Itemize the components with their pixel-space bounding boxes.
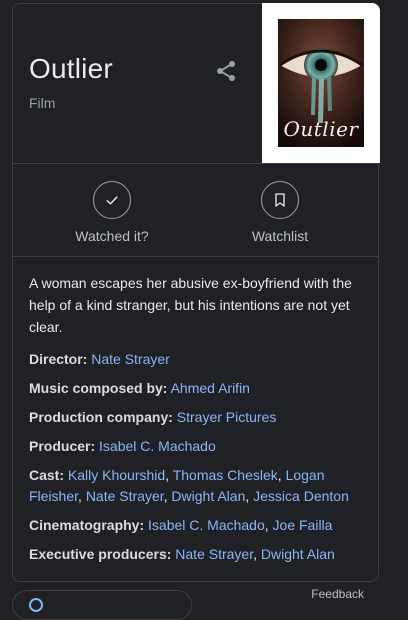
fact-music: Music composed by: Ahmed Arifin (29, 378, 365, 399)
fact-link[interactable]: Ahmed Arifin (171, 380, 250, 396)
poster-title-text: Outlier (283, 117, 359, 141)
check-icon (93, 181, 131, 219)
fact-cinematography: Cinematography: Isabel C. Machado, Joe F… (29, 517, 333, 533)
fact-producer: Producer: Isabel C. Machado (29, 436, 365, 457)
fact-executive-producers: Executive producers: Nate Strayer, Dwigh… (29, 546, 335, 562)
fact-link[interactable]: Isabel C. Machado (99, 438, 216, 454)
film-description: A woman escapes her abusive ex-boyfriend… (29, 275, 352, 335)
divider (13, 163, 378, 164)
fact-label: Production company: (29, 409, 173, 425)
fact-label: Executive producers: (29, 546, 172, 562)
fact-link[interactable]: Strayer Pictures (177, 409, 277, 425)
divider (13, 256, 378, 257)
fact-link[interactable]: Kally Khourshid (68, 467, 165, 483)
fact-link[interactable]: Nate Strayer (86, 488, 164, 504)
watched-it-button[interactable]: Watched it? (62, 181, 162, 244)
fact-director: Director: Nate Strayer (29, 349, 365, 370)
panel-header: Outlier Film (13, 4, 262, 163)
film-facts: Director: Nate Strayer Music composed by… (29, 349, 365, 573)
search-icon (29, 598, 43, 612)
fact-label: Cast: (29, 467, 65, 483)
fact-link[interactable]: Dwight Alan (261, 546, 335, 562)
fact-link[interactable]: Nate Strayer (91, 351, 170, 367)
poster-container[interactable]: Outlier (262, 3, 380, 163)
fact-cast: Cast: Kally Khourshid, Thomas Cheslek, L… (29, 467, 349, 504)
watchlist-button[interactable]: Watchlist (230, 181, 330, 244)
fact-label: Music composed by: (29, 380, 168, 396)
fact-label: Producer: (29, 438, 96, 454)
bottom-chip[interactable] (12, 590, 192, 620)
knowledge-panel: Outlier Film Outlier Watched it? Watchli… (12, 3, 380, 582)
bookmark-icon (261, 181, 299, 219)
fact-link[interactable]: Dwight Alan (171, 488, 245, 504)
fact-link[interactable]: Nate Strayer (175, 546, 253, 562)
fact-link[interactable]: Isabel C. Machado (148, 517, 265, 533)
movie-poster[interactable]: Outlier (278, 19, 364, 147)
watchlist-label: Watchlist (251, 228, 309, 244)
fact-link[interactable]: Thomas Cheslek (173, 467, 278, 483)
fact-link[interactable]: Jessica Denton (253, 488, 349, 504)
fact-label: Director: (29, 351, 88, 367)
fact-production-company: Production company: Strayer Pictures (29, 407, 365, 428)
watched-it-label: Watched it? (75, 228, 149, 244)
share-icon[interactable] (214, 59, 238, 83)
panel-subtitle: Film (29, 95, 56, 111)
feedback-link[interactable]: Feedback (311, 587, 364, 601)
fact-label: Cinematography: (29, 517, 145, 533)
page-title: Outlier (29, 53, 113, 84)
fact-link[interactable]: Joe Failla (273, 517, 333, 533)
